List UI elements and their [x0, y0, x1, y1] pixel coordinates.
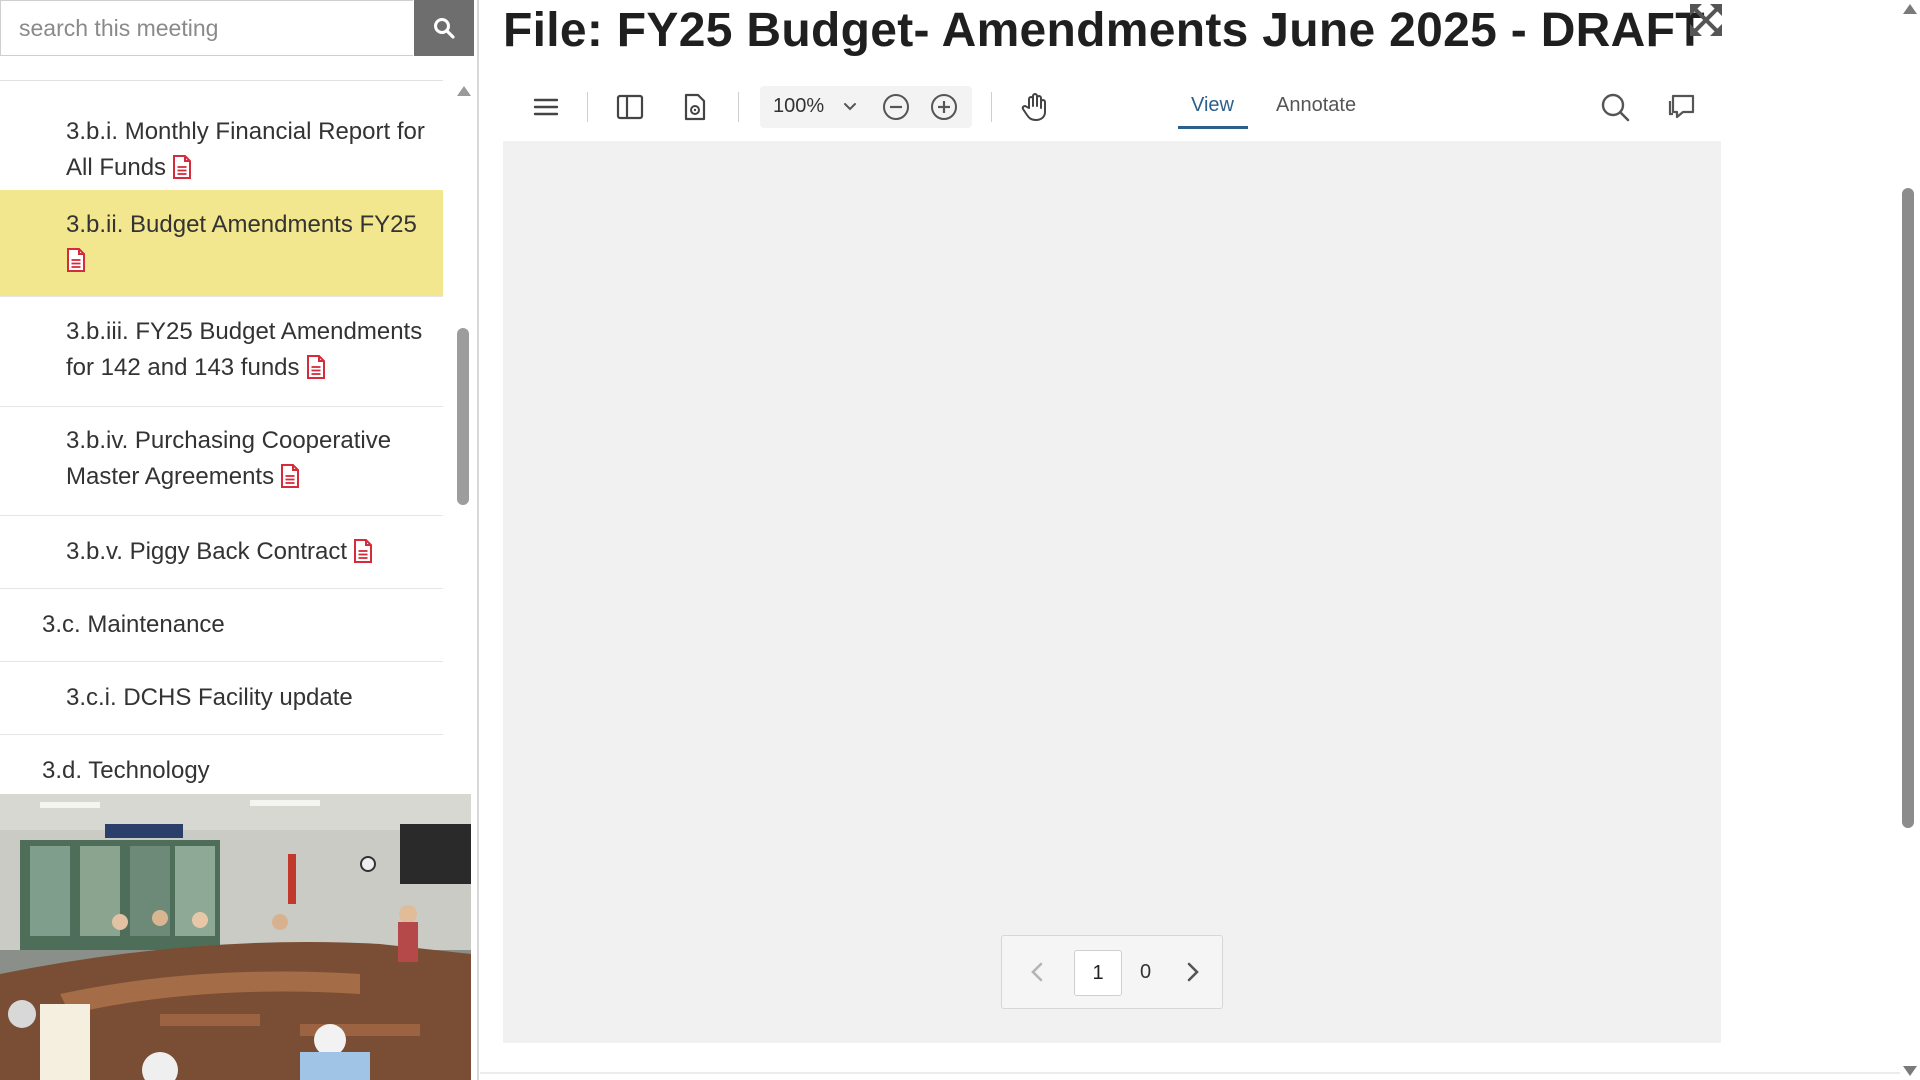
toolbar-separator — [587, 92, 588, 122]
page-scroll-up-arrow-icon[interactable] — [1903, 4, 1917, 14]
viewer-toolbar: 100% View Annotate — [503, 78, 1721, 136]
zoom-in-button[interactable] — [928, 91, 960, 123]
search-icon — [434, 18, 455, 39]
tab-annotate[interactable]: Annotate — [1276, 94, 1356, 117]
agenda-item-3ci[interactable]: 3.c.i. DCHS Facility update — [0, 662, 443, 735]
divider — [480, 1072, 1900, 1074]
pdf-document-icon[interactable] — [306, 354, 326, 390]
agenda-item-label: 3.d. Technology — [42, 757, 210, 784]
meeting-video-player[interactable] — [0, 794, 471, 1080]
expand-arrows-icon — [1690, 4, 1722, 36]
sidebar-panel-icon — [616, 94, 644, 120]
agenda-item-3biv[interactable]: 3.b.iv. Purchasing Cooperative Master Ag… — [0, 407, 443, 516]
menu-button[interactable] — [530, 91, 562, 123]
document-canvas[interactable] — [503, 141, 1721, 1043]
tab-view[interactable]: View — [1191, 94, 1234, 117]
agenda-item-3bv[interactable]: 3.b.v. Piggy Back Contract — [0, 516, 443, 589]
page-number-input[interactable] — [1074, 950, 1122, 996]
comments-button[interactable] — [1666, 91, 1698, 123]
agenda-item-3bii[interactable]: 3.b.ii. Budget Amendments FY25 — [0, 190, 443, 297]
agenda-item-3biii[interactable]: 3.b.iii. FY25 Budget Amendments for 142 … — [0, 298, 443, 407]
pdf-document-icon[interactable] — [172, 154, 192, 190]
page-settings-button[interactable] — [679, 91, 711, 123]
zoom-level[interactable]: 100% — [773, 95, 824, 118]
agenda-item-3bi[interactable]: 3.b.i. Monthly Financial Report for All … — [0, 98, 443, 205]
agenda-item-label: 3.c.i. DCHS Facility update — [66, 684, 353, 711]
page-scrollbar-thumb[interactable] — [1902, 188, 1914, 828]
zoom-out-button[interactable] — [880, 91, 912, 123]
agenda-item-label: 3.b.ii. Budget Amendments FY25 — [66, 211, 417, 238]
document-settings-icon — [684, 93, 706, 121]
search-icon — [1601, 93, 1630, 122]
zoom-dropdown-button[interactable] — [839, 96, 861, 118]
divider — [0, 80, 443, 81]
agenda-item-label: 3.b.v. Piggy Back Contract — [66, 538, 348, 565]
sidebar-divider — [477, 0, 479, 1080]
toggle-sidebar-button[interactable] — [614, 91, 646, 123]
chevron-left-icon — [1031, 962, 1043, 982]
agenda-item-label: 3.b.iv. Purchasing Cooperative Master Ag… — [66, 427, 392, 490]
pdf-document-icon[interactable] — [66, 247, 86, 283]
meeting-room-video-frame — [0, 794, 471, 1080]
agenda-scrollbar-thumb[interactable] — [457, 328, 469, 505]
agenda-item-3d[interactable]: 3.d. Technology — [0, 735, 443, 794]
pdf-document-icon[interactable] — [280, 463, 300, 499]
scroll-up-arrow-icon[interactable] — [457, 86, 471, 96]
total-pages: 0 — [1140, 961, 1152, 983]
agenda-item-label: 3.c. Maintenance — [42, 611, 225, 638]
agenda-item-3c[interactable]: 3.c. Maintenance — [0, 589, 443, 662]
chevron-down-icon — [844, 103, 856, 111]
pdf-document-icon[interactable] — [353, 538, 373, 574]
agenda-item-label: 3.b.i. Monthly Financial Report for All … — [66, 118, 425, 181]
pan-tool-button[interactable] — [1019, 91, 1051, 123]
fullscreen-expand-button[interactable] — [1688, 2, 1724, 38]
meeting-search — [0, 0, 474, 56]
page-navigation: 0 — [1001, 935, 1223, 1009]
comments-icon — [1668, 94, 1695, 119]
hamburger-menu-icon — [533, 98, 559, 116]
toolbar-separator — [738, 92, 739, 122]
toolbar-separator — [991, 92, 992, 122]
previous-page-button[interactable] — [1024, 958, 1052, 986]
search-input[interactable] — [0, 0, 413, 56]
document-title: File: FY25 Budget- Amendments June 2025 … — [503, 4, 1705, 57]
zoom-out-minus-icon — [883, 94, 909, 120]
chevron-right-icon — [1187, 962, 1199, 982]
active-tab-indicator — [1178, 126, 1248, 129]
hand-pan-icon — [1021, 93, 1046, 121]
agenda-sidebar: 3.b.i. Monthly Financial Report for All … — [0, 0, 478, 1080]
agenda-list: 3.b.i. Monthly Financial Report for All … — [0, 82, 443, 794]
search-document-button[interactable] — [1599, 91, 1631, 123]
page-scroll-down-arrow-icon[interactable] — [1903, 1066, 1917, 1076]
search-button[interactable] — [414, 0, 474, 56]
zoom-in-plus-icon — [931, 94, 957, 120]
agenda-item-label: 3.b.iii. FY25 Budget Amendments for 142 … — [66, 318, 423, 381]
next-page-button[interactable] — [1178, 958, 1206, 986]
